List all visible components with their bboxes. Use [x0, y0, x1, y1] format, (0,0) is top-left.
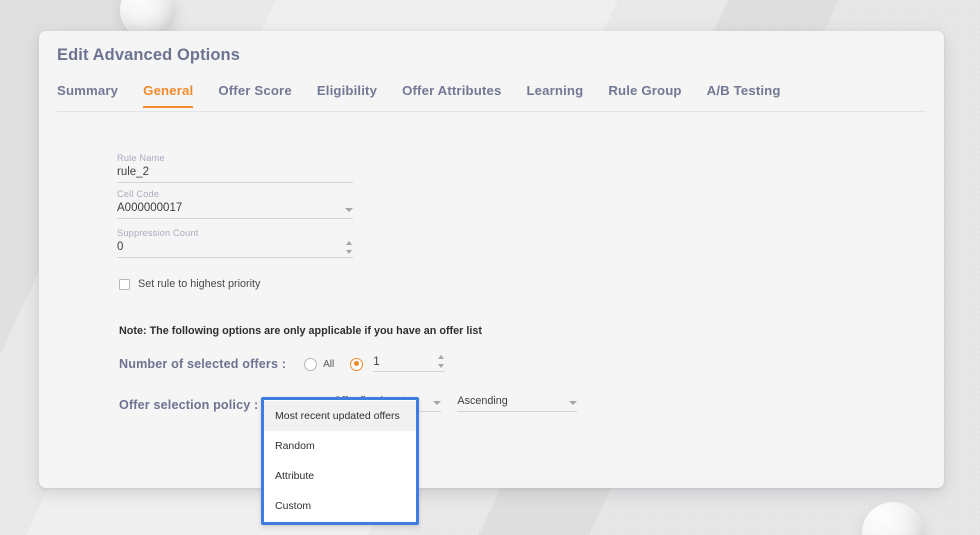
tab-rule-group[interactable]: Rule Group	[608, 79, 681, 107]
tab-learning[interactable]: Learning	[526, 79, 583, 107]
set-highest-priority-label: Set rule to highest priority	[138, 278, 260, 290]
policy-sort-order-value: Ascending	[457, 395, 577, 407]
offers-count-option[interactable]: 1	[350, 356, 445, 372]
set-highest-priority-checkbox[interactable]	[119, 279, 130, 290]
suppression-count-value: 0	[117, 241, 353, 253]
tab-offer-attributes[interactable]: Offer Attributes	[402, 79, 501, 107]
number-of-selected-offers-label: Number of selected offers :	[119, 357, 286, 371]
rule-name-label: Rule Name	[117, 153, 353, 163]
tab-general[interactable]: General	[143, 79, 193, 107]
cell-code-field: Cell Code A000000017	[117, 189, 353, 219]
tab-summary[interactable]: Summary	[57, 79, 118, 107]
offers-all-option[interactable]: All	[304, 358, 334, 371]
suppression-count-input[interactable]: 0	[117, 241, 353, 258]
chevron-down-icon[interactable]	[345, 208, 353, 212]
tab-eligibility[interactable]: Eligibility	[317, 79, 377, 107]
cell-code-label: Cell Code	[117, 189, 353, 199]
dialog-title: Edit Advanced Options	[57, 46, 240, 65]
suppression-count-label: Suppression Count	[117, 228, 353, 238]
offers-count-input[interactable]: 1	[373, 356, 445, 372]
dropdown-option-attribute[interactable]: Attribute	[264, 461, 416, 491]
offers-all-label: All	[323, 359, 334, 370]
edit-advanced-options-dialog: Edit Advanced Options Summary General Of…	[39, 31, 944, 488]
cell-code-value: A000000017	[117, 202, 353, 214]
policy-sort-order-select[interactable]: Ascending	[457, 395, 577, 412]
tab-bar: Summary General Offer Score Eligibility …	[57, 79, 926, 112]
offers-all-radio[interactable]	[304, 358, 317, 371]
offers-count-value: 1	[373, 356, 445, 368]
number-stepper-icon[interactable]	[344, 241, 353, 254]
stepper-down-icon[interactable]	[346, 250, 352, 254]
rule-name-input[interactable]: rule_2	[117, 166, 353, 183]
tab-offer-score[interactable]: Offer Score	[218, 79, 291, 107]
chevron-down-icon[interactable]	[569, 401, 577, 405]
tab-ab-testing[interactable]: A/B Testing	[707, 79, 781, 107]
set-highest-priority-row[interactable]: Set rule to highest priority	[119, 278, 260, 290]
suppression-count-field: Suppression Count 0	[117, 228, 353, 258]
offer-selection-policy-label: Offer selection policy :	[119, 398, 258, 412]
offer-selection-policy-dropdown[interactable]: Most recent updated offers Random Attrib…	[261, 397, 419, 525]
dropdown-option-most-recent-updated-offers[interactable]: Most recent updated offers	[264, 401, 416, 431]
number-of-selected-offers-row: Number of selected offers : All 1	[119, 356, 445, 372]
dropdown-option-random[interactable]: Random	[264, 431, 416, 461]
offers-count-radio[interactable]	[350, 358, 363, 371]
stepper-up-icon[interactable]	[438, 355, 444, 359]
chevron-down-icon[interactable]	[433, 401, 441, 405]
offer-list-note: Note: The following options are only app…	[119, 325, 482, 337]
dropdown-option-custom[interactable]: Custom	[264, 491, 416, 521]
offers-count-stepper-icon[interactable]	[436, 355, 445, 368]
rule-name-field: Rule Name rule_2	[117, 153, 353, 183]
rule-name-value: rule_2	[117, 166, 353, 178]
cell-code-select[interactable]: A000000017	[117, 202, 353, 219]
general-tab-panel: Rule Name rule_2 Cell Code A000000017 Su…	[39, 113, 944, 488]
stepper-down-icon[interactable]	[438, 364, 444, 368]
stepper-up-icon[interactable]	[346, 241, 352, 245]
